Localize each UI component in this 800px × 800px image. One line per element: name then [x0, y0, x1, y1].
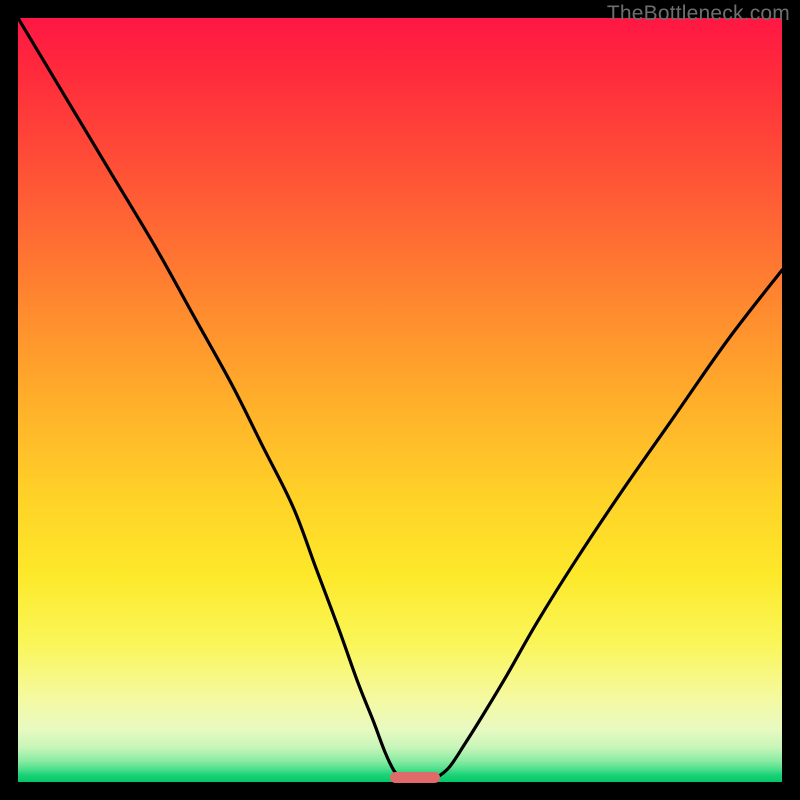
- watermark-text: TheBottleneck.com: [607, 2, 790, 26]
- bottleneck-marker: [390, 772, 440, 783]
- bottleneck-curve: [18, 18, 782, 782]
- chart-plot-area: [18, 18, 782, 782]
- chart-frame: TheBottleneck.com: [0, 0, 800, 800]
